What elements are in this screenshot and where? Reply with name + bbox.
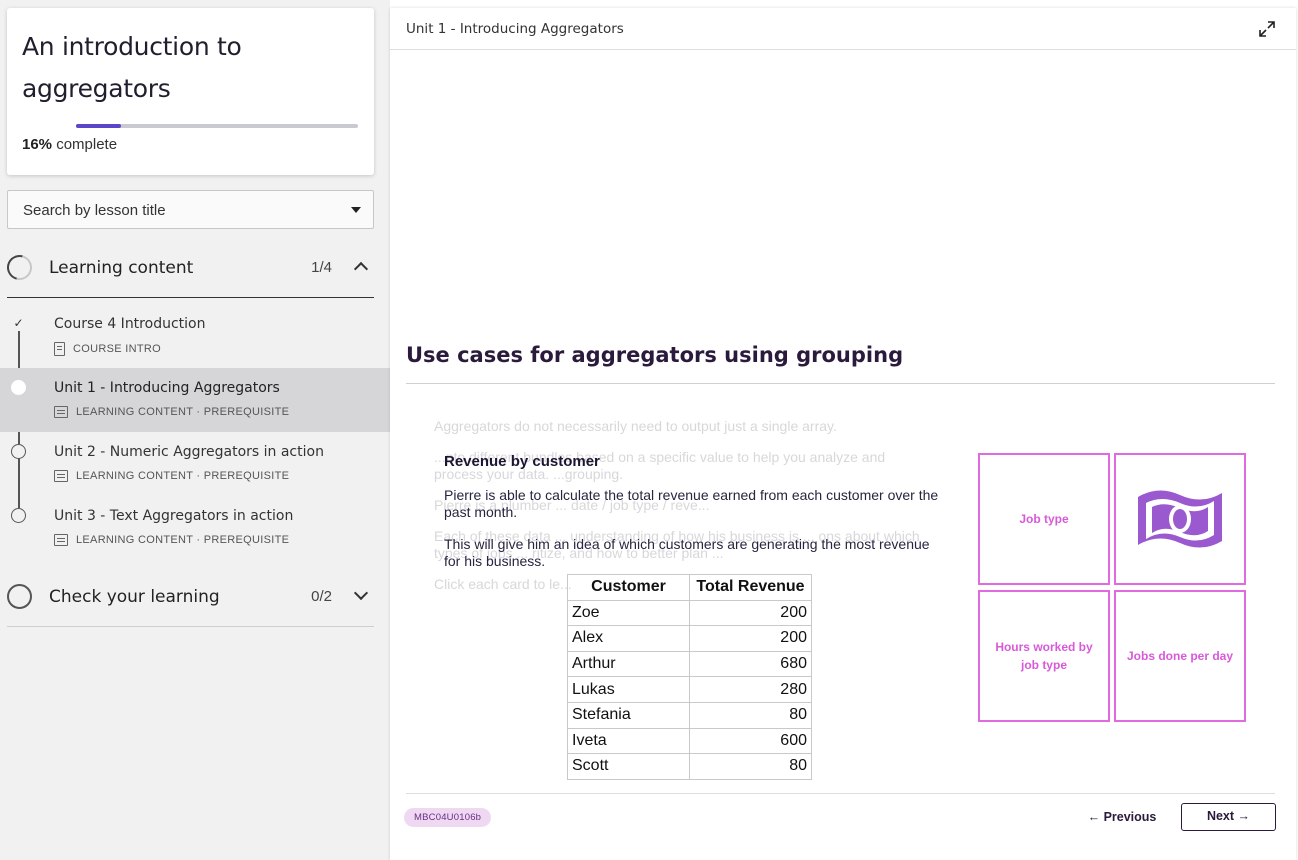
progress-ring-icon [7, 584, 32, 609]
table-cell: 80 [689, 753, 812, 780]
card-label: Hours worked by job type [995, 640, 1093, 672]
progress-percent: 16% [22, 136, 53, 153]
lesson-type: LEARNING CONTENT · PREREQUISITE [76, 470, 290, 482]
lesson-code-badge: MBC04U0106b [404, 808, 492, 827]
card-label: Jobs done per day [1126, 649, 1234, 663]
section-learning-content[interactable]: Learning content 1/4 [2, 238, 374, 298]
revenue-table: Customer Total Revenue Zoe 200 Alex 200 Ar… [567, 574, 812, 780]
lesson-content-panel: Unit 1 - Introducing Aggregators Use cas… [390, 8, 1296, 860]
current-lesson-node-icon [11, 380, 26, 395]
table-cell: Zoe [567, 599, 690, 627]
lesson-meta: COURSE INTRO [54, 342, 161, 356]
lesson-heading: Use cases for aggregators using grouping [406, 343, 904, 367]
card-money[interactable] [1114, 453, 1246, 585]
section-count: 0/2 [311, 588, 332, 605]
popup-paragraph: This will give him an idea of which cust… [444, 536, 930, 569]
table-cell: 280 [689, 676, 812, 703]
expand-icon[interactable] [1258, 20, 1276, 38]
caret-down-icon [351, 207, 361, 213]
check-icon: ✓ [13, 316, 24, 330]
lesson-node-icon [11, 508, 26, 523]
lesson-header: Unit 1 - Introducing Aggregators [390, 8, 1296, 50]
lesson-type: COURSE INTRO [73, 343, 161, 355]
table-row: Zoe 200 [567, 599, 812, 627]
previous-label: Previous [1103, 810, 1157, 824]
document-icon [54, 342, 65, 356]
section-title: Check your learning [49, 587, 220, 607]
lesson-type: LEARNING CONTENT · PREREQUISITE [76, 534, 290, 546]
divider [406, 383, 1275, 384]
next-button[interactable]: Next → [1181, 803, 1276, 831]
card-job-type[interactable]: Job type [978, 453, 1110, 585]
lesson-item[interactable]: ✓ Course 4 Introduction COURSE INTRO [0, 304, 390, 368]
lesson-title: Course 4 Introduction [54, 316, 206, 332]
lesson-type: LEARNING CONTENT · PREREQUISITE [76, 406, 290, 418]
chevron-down-icon[interactable] [353, 585, 369, 601]
table-cell: Iveta [567, 727, 690, 755]
card-label: Job type [1019, 512, 1069, 526]
section-title: Learning content [49, 258, 194, 278]
table-cell: 200 [689, 599, 812, 627]
table-row: Stefania 80 [567, 701, 812, 729]
table-row: Lukas 280 [567, 676, 812, 703]
content-icon [54, 406, 68, 418]
lesson-meta: LEARNING CONTENT · PREREQUISITE [54, 406, 289, 418]
table-header: Customer [567, 574, 690, 601]
faded-paragraph: Aggregators do not necessarily need to o… [434, 418, 837, 434]
table-row: Scott 80 [567, 753, 812, 780]
lesson-item-current[interactable]: Unit 1 - Introducing Aggregators LEARNIN… [0, 368, 390, 432]
divider [406, 793, 1275, 794]
money-bill-icon [1138, 490, 1222, 548]
table-cell: 600 [689, 727, 812, 755]
table-cell: Stefania [567, 701, 690, 729]
arrow-right-icon: → [1237, 809, 1251, 823]
table-cell: 680 [689, 650, 812, 678]
course-sidebar: An introduction to aggregators 16% compl… [0, 0, 390, 860]
content-icon [54, 534, 68, 546]
lesson-title: Unit 3 - Text Aggregators in action [54, 508, 294, 524]
section-check-your-learning[interactable]: Check your learning 0/2 [7, 567, 374, 627]
card-hours-worked[interactable]: Hours worked by job type [978, 590, 1110, 722]
lesson-search-label: Search by lesson title [23, 202, 166, 219]
popup-title: Revenue by customer [444, 453, 600, 470]
card-jobs-done[interactable]: Jobs done per day [1114, 590, 1246, 722]
table-row: Iveta 600 [567, 727, 812, 755]
table-header-row: Customer Total Revenue [567, 574, 812, 601]
table-cell: Scott [567, 753, 690, 780]
chevron-up-icon[interactable] [353, 261, 369, 277]
lesson-item[interactable]: Unit 2 - Numeric Aggregators in action L… [0, 432, 390, 496]
table-cell: 80 [689, 701, 812, 729]
lesson-search-select[interactable]: Search by lesson title [7, 190, 374, 229]
table-header: Total Revenue [689, 574, 812, 601]
table-cell: Arthur [567, 650, 690, 678]
arrow-left-icon: ← [1087, 810, 1101, 824]
lesson-meta: LEARNING CONTENT · PREREQUISITE [54, 470, 289, 482]
content-icon [54, 470, 68, 482]
course-title: An introduction to aggregators [22, 32, 242, 103]
lesson-node-icon [11, 444, 26, 459]
table-cell: Lukas [567, 676, 690, 703]
section-count: 1/4 [311, 259, 332, 276]
progress-ring-icon [2, 250, 37, 285]
progress-suffix: complete [56, 136, 118, 153]
table-row: Arthur 680 [567, 650, 812, 678]
popup-paragraph: Pierre is able to calculate the total re… [444, 487, 939, 520]
course-progress-bar [76, 124, 358, 128]
table-cell: 200 [689, 625, 812, 652]
course-progress-fill [76, 124, 122, 128]
unit-title: Unit 1 - Introducing Aggregators [406, 21, 624, 37]
lesson-item[interactable]: Unit 3 - Text Aggregators in action LEAR… [0, 496, 390, 560]
course-overview-card: An introduction to aggregators 16% compl… [7, 8, 374, 175]
lesson-meta: LEARNING CONTENT · PREREQUISITE [54, 534, 289, 546]
next-label: Next [1206, 809, 1235, 823]
table-row: Alex 200 [567, 625, 812, 652]
table-cell: Alex [567, 625, 690, 652]
previous-button[interactable]: ← Previous [1084, 804, 1160, 830]
progress-text: 16% complete [22, 136, 117, 153]
lesson-title: Unit 1 - Introducing Aggregators [54, 380, 280, 396]
lesson-title: Unit 2 - Numeric Aggregators in action [54, 444, 324, 460]
